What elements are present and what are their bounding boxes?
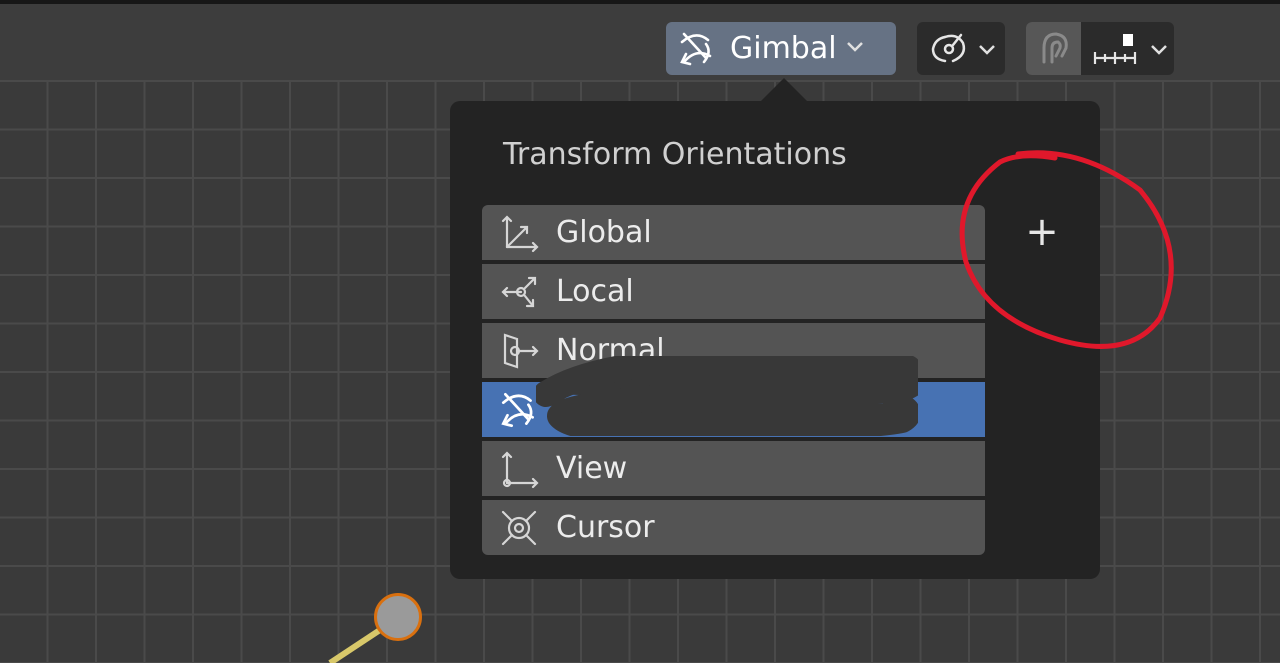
plus-icon: + — [1025, 209, 1059, 255]
chevron-down-icon — [977, 42, 997, 61]
orientation-label: Gimbal — [730, 31, 837, 66]
orientation-item-label: View — [556, 451, 628, 486]
orientation-item-label: Global — [556, 215, 652, 250]
orientation-item-local[interactable]: Local — [482, 264, 985, 319]
transform-orientation-dropdown[interactable]: Gimbal — [666, 22, 896, 75]
snap-element-dropdown[interactable] — [1081, 22, 1174, 75]
magnet-icon — [1034, 28, 1074, 74]
gimbal-icon — [676, 28, 718, 70]
popup-pointer — [760, 78, 808, 102]
snap-increment-icon — [1091, 30, 1137, 72]
popup-title: Transform Orientations — [503, 137, 847, 172]
orientation-item-global[interactable]: Global — [482, 205, 985, 260]
chevron-down-icon — [1149, 42, 1169, 61]
global-axes-icon — [482, 205, 556, 260]
add-orientation-button[interactable]: + — [1012, 207, 1072, 257]
object-origin[interactable] — [374, 593, 422, 641]
cursor-icon — [482, 500, 556, 555]
snapping-controls — [1026, 22, 1174, 75]
pivot-point-dropdown[interactable] — [917, 22, 1005, 75]
view-axes-icon — [482, 441, 556, 496]
pivot-icon — [927, 29, 971, 73]
orientation-item-label: Local — [556, 274, 634, 309]
local-axes-icon — [482, 264, 556, 319]
snap-toggle-button[interactable] — [1026, 22, 1081, 75]
viewport-header: Gimbal — [0, 0, 1280, 80]
orientation-item-cursor[interactable]: Cursor — [482, 500, 985, 555]
orientation-item-label: Cursor — [556, 510, 655, 545]
orientation-item-view[interactable]: View — [482, 441, 985, 496]
redaction-scribble — [536, 356, 918, 436]
chevron-down-icon — [845, 39, 865, 58]
